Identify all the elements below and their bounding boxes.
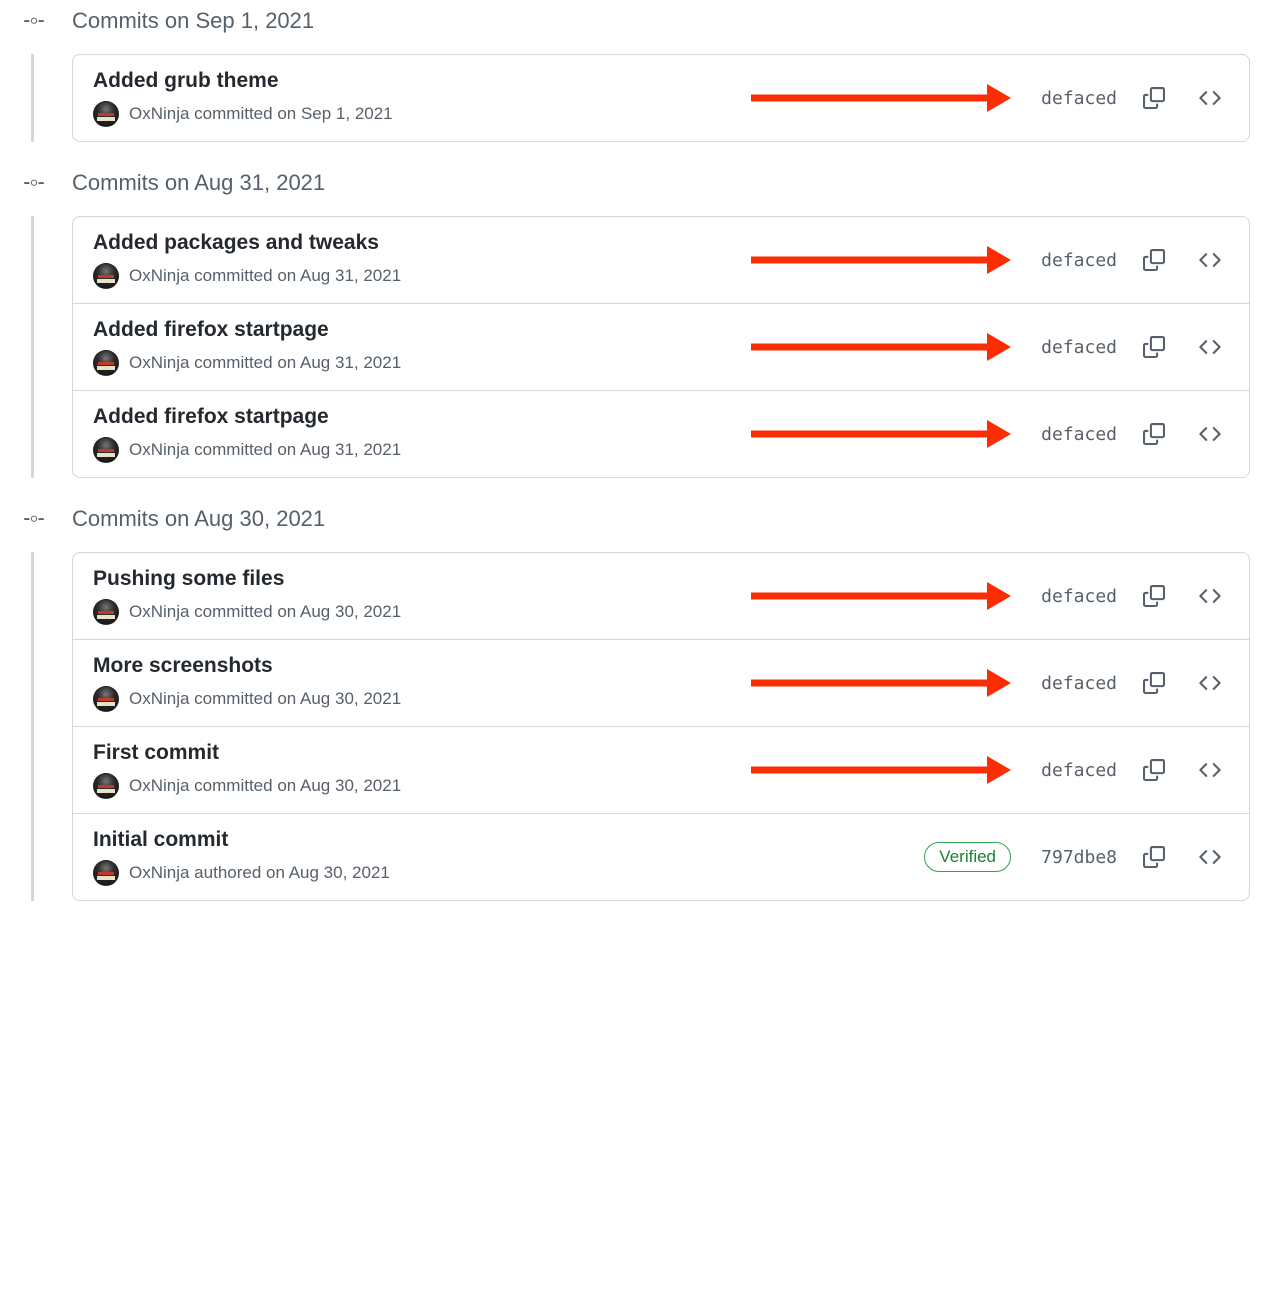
commit-group-date-heading: Commits on Aug 30, 2021 xyxy=(72,506,325,532)
copy-sha-button[interactable] xyxy=(1135,415,1173,453)
commit-title-link[interactable]: First commit xyxy=(93,741,751,765)
author-avatar[interactable] xyxy=(93,599,119,625)
timeline-rail xyxy=(20,54,52,142)
verified-badge[interactable]: Verified xyxy=(924,842,1011,872)
commit-title-link[interactable]: Added grub theme xyxy=(93,69,751,93)
timeline-rail xyxy=(20,552,52,901)
commit-sha-link[interactable]: defaced xyxy=(1029,586,1117,607)
annotation-arrow xyxy=(751,590,1011,602)
commit-sha-link[interactable]: defaced xyxy=(1029,673,1117,694)
annotation-arrow xyxy=(751,254,1011,266)
commit-title-link[interactable]: Added firefox startpage xyxy=(93,405,751,429)
annotation-arrow xyxy=(751,428,1011,440)
commit-sha-link[interactable]: 797dbe8 xyxy=(1029,847,1117,868)
commit-meta-text[interactable]: OxNinja authored on Aug 30, 2021 xyxy=(129,863,390,883)
annotation-arrow xyxy=(751,341,1011,353)
commit-meta-text[interactable]: OxNinja committed on Aug 30, 2021 xyxy=(129,602,401,622)
browse-repository-button[interactable] xyxy=(1191,415,1229,453)
commit-meta-text[interactable]: OxNinja committed on Aug 31, 2021 xyxy=(129,353,401,373)
commit-meta-text[interactable]: OxNinja committed on Aug 31, 2021 xyxy=(129,440,401,460)
commit-node-icon xyxy=(20,173,52,193)
browse-repository-button[interactable] xyxy=(1191,79,1229,117)
commit-title-link[interactable]: More screenshots xyxy=(93,654,751,678)
commit-item: Pushing some files OxNinja committed on … xyxy=(73,553,1249,640)
commits-list: Added packages and tweaks OxNinja commit… xyxy=(72,216,1250,478)
commit-group-date-heading: Commits on Sep 1, 2021 xyxy=(72,8,314,34)
commits-list: Pushing some files OxNinja committed on … xyxy=(72,552,1250,901)
commit-node-icon xyxy=(20,11,52,31)
copy-sha-button[interactable] xyxy=(1135,838,1173,876)
commit-sha-link[interactable]: defaced xyxy=(1029,250,1117,271)
commit-item: Added firefox startpage OxNinja committe… xyxy=(73,304,1249,391)
commit-sha-link[interactable]: defaced xyxy=(1029,424,1117,445)
copy-sha-button[interactable] xyxy=(1135,79,1173,117)
author-avatar[interactable] xyxy=(93,437,119,463)
commit-sha-link[interactable]: defaced xyxy=(1029,337,1117,358)
copy-sha-button[interactable] xyxy=(1135,328,1173,366)
commit-title-link[interactable]: Added firefox startpage xyxy=(93,318,751,342)
annotation-arrow xyxy=(751,677,1011,689)
browse-repository-button[interactable] xyxy=(1191,664,1229,702)
author-avatar[interactable] xyxy=(93,686,119,712)
commit-item: First commit OxNinja committed on Aug 30… xyxy=(73,727,1249,814)
commit-meta-text[interactable]: OxNinja committed on Aug 30, 2021 xyxy=(129,776,401,796)
commit-sha-link[interactable]: defaced xyxy=(1029,760,1117,781)
author-avatar[interactable] xyxy=(93,263,119,289)
browse-repository-button[interactable] xyxy=(1191,241,1229,279)
copy-sha-button[interactable] xyxy=(1135,577,1173,615)
commit-title-link[interactable]: Pushing some files xyxy=(93,567,751,591)
commit-item: Added packages and tweaks OxNinja commit… xyxy=(73,217,1249,304)
copy-sha-button[interactable] xyxy=(1135,751,1173,789)
annotation-arrow xyxy=(751,764,1011,776)
copy-sha-button[interactable] xyxy=(1135,241,1173,279)
commit-sha-link[interactable]: defaced xyxy=(1029,88,1117,109)
commit-meta-text[interactable]: OxNinja committed on Aug 31, 2021 xyxy=(129,266,401,286)
commit-meta-text[interactable]: OxNinja committed on Aug 30, 2021 xyxy=(129,689,401,709)
commit-node-icon xyxy=(20,509,52,529)
author-avatar[interactable] xyxy=(93,350,119,376)
browse-repository-button[interactable] xyxy=(1191,328,1229,366)
commit-group-date-heading: Commits on Aug 31, 2021 xyxy=(72,170,325,196)
author-avatar[interactable] xyxy=(93,860,119,886)
copy-sha-button[interactable] xyxy=(1135,664,1173,702)
commits-list: Added grub theme OxNinja committed on Se… xyxy=(72,54,1250,142)
commit-item: Added grub theme OxNinja committed on Se… xyxy=(73,55,1249,141)
timeline-rail xyxy=(20,216,52,478)
commit-item: Initial commit OxNinja authored on Aug 3… xyxy=(73,814,1249,900)
commit-title-link[interactable]: Added packages and tweaks xyxy=(93,231,751,255)
browse-repository-button[interactable] xyxy=(1191,751,1229,789)
browse-repository-button[interactable] xyxy=(1191,577,1229,615)
author-avatar[interactable] xyxy=(93,101,119,127)
browse-repository-button[interactable] xyxy=(1191,838,1229,876)
commit-item: Added firefox startpage OxNinja committe… xyxy=(73,391,1249,477)
annotation-arrow xyxy=(751,92,1011,104)
author-avatar[interactable] xyxy=(93,773,119,799)
commit-item: More screenshots OxNinja committed on Au… xyxy=(73,640,1249,727)
commit-title-link[interactable]: Initial commit xyxy=(93,828,924,852)
commit-meta-text[interactable]: OxNinja committed on Sep 1, 2021 xyxy=(129,104,393,124)
